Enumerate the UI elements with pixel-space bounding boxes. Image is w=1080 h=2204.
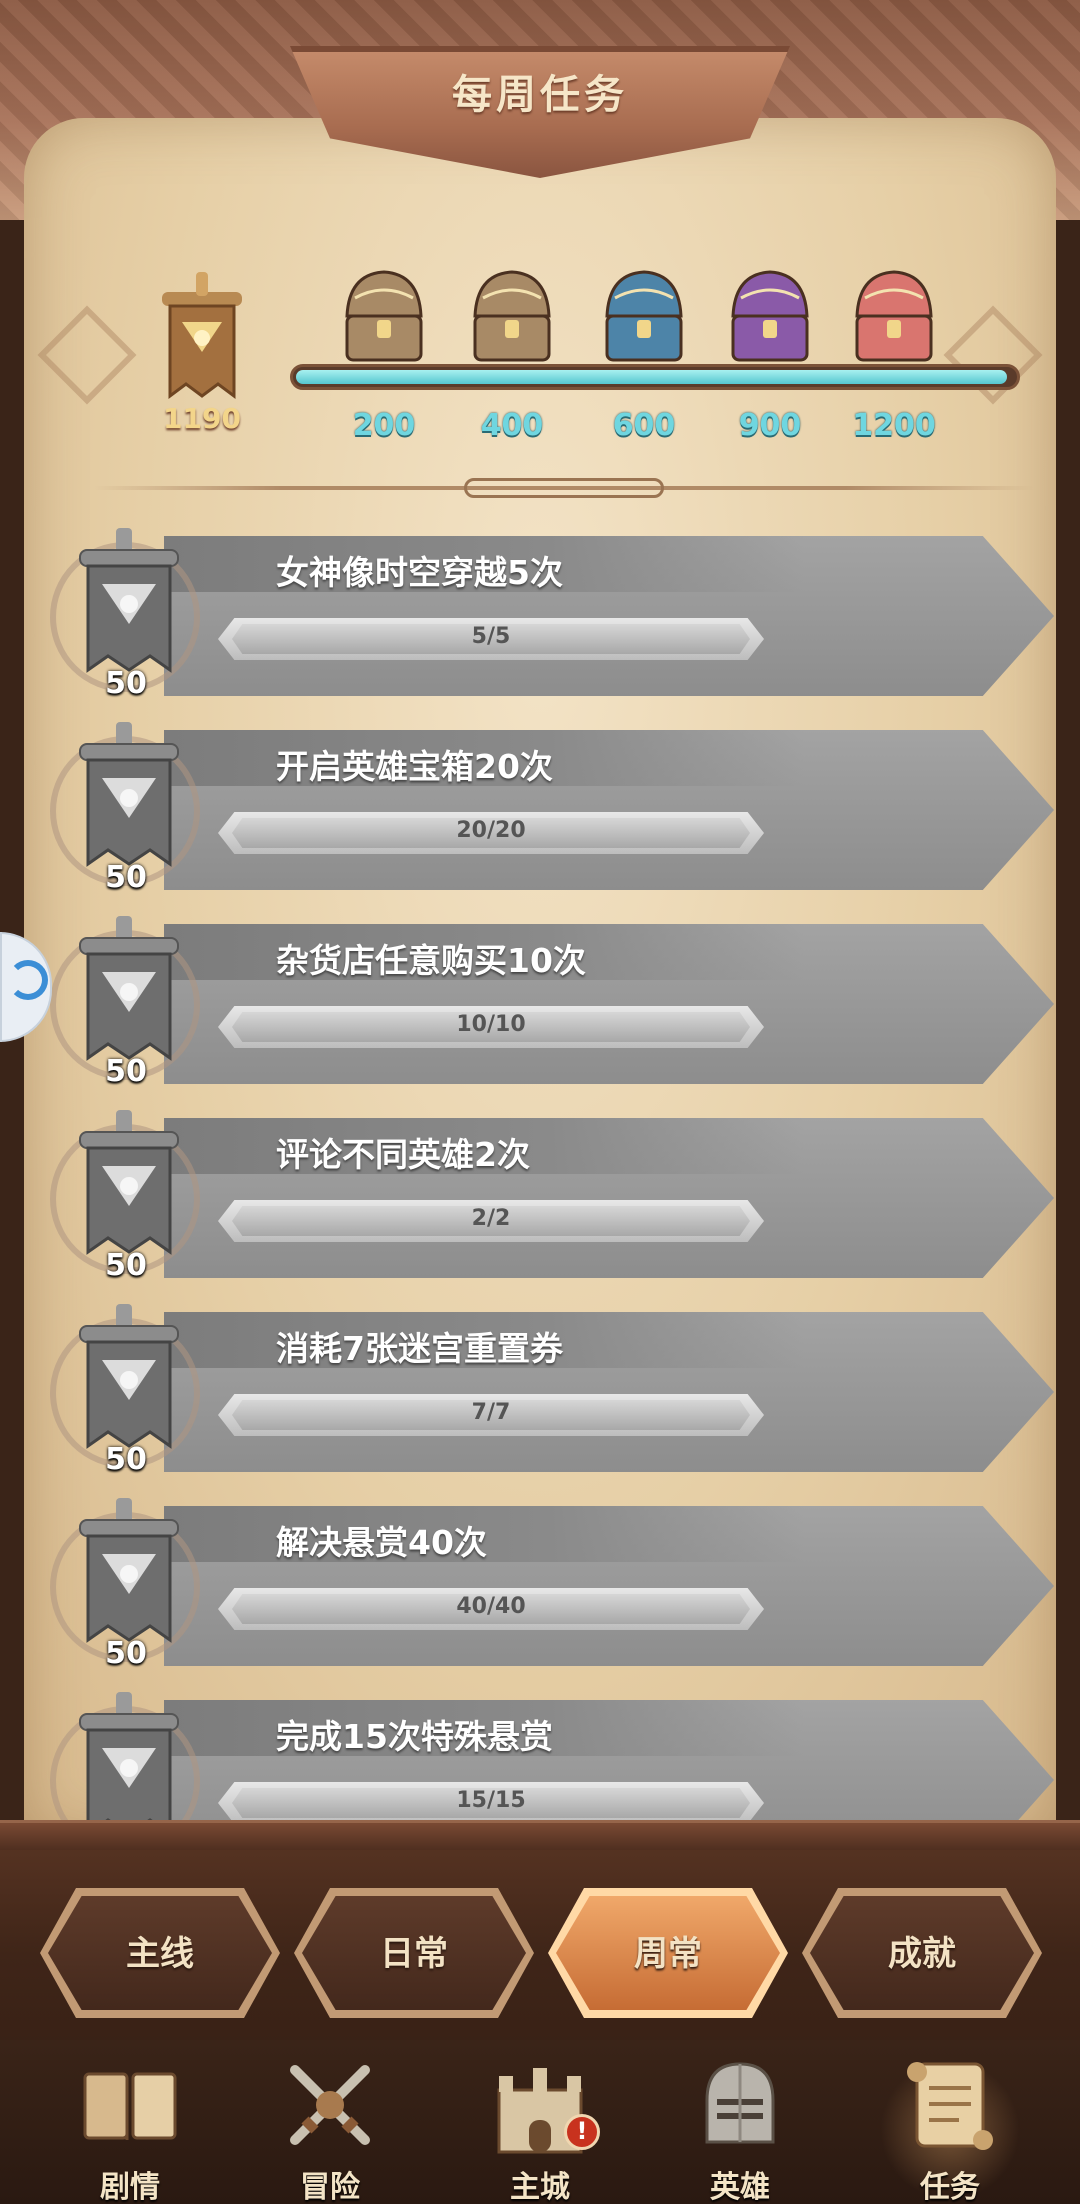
task-row[interactable]: 50 杂货店任意购买10次 10/10 [24,908,1056,1089]
reward-banner-icon [79,1304,179,1449]
reward-points: 50 [105,1442,147,1477]
pink-chest-icon[interactable] [851,268,937,368]
reward-banner-icon [79,1498,179,1643]
reward-points: 50 [105,1054,147,1089]
tab-4[interactable]: 成就 [802,1888,1042,2018]
blue-chest-icon[interactable] [601,268,687,368]
alert-badge-icon: ! [564,2114,600,2150]
task-progress-text: 15/15 [456,1788,526,1813]
divider-ornament [464,478,664,498]
nav-label: 冒险 [300,2170,360,2204]
task-progress-text: 20/20 [456,818,526,843]
task-title: 女神像时空穿越5次 [276,553,563,592]
nav-label: 英雄 [710,2170,770,2204]
reward-points: 50 [105,1636,147,1671]
nav-item-2[interactable]: 冒险 [250,2050,410,2204]
task-row[interactable]: 完成15次特殊悬赏 15/15 [24,1684,1056,1820]
task-title: 完成15次特殊悬赏 [276,1717,553,1756]
task-row[interactable]: 50 女神像时空穿越5次 5/5 [24,520,1056,701]
task-title: 消耗7张迷宫重置券 [276,1329,563,1368]
tab-2[interactable]: 日常 [294,1888,534,2018]
nav-item-4[interactable]: 英雄 [660,2050,820,2204]
reward-points: 50 [105,666,147,701]
milestone-label: 400 [480,408,544,443]
task-title: 评论不同英雄2次 [276,1135,530,1174]
nav-label: 剧情 [100,2170,160,2204]
task-title: 杂货店任意购买10次 [276,941,586,980]
reward-points: 50 [105,1248,147,1283]
task-row[interactable]: 50 评论不同英雄2次 2/2 [24,1102,1056,1283]
reward-banner-icon [79,1692,179,1820]
bronze-chest-icon[interactable] [469,268,555,368]
nav-item-3[interactable]: ! 主城 [460,2050,620,2204]
task-row[interactable]: 50 解决悬赏40次 40/40 [24,1490,1056,1671]
task-row[interactable]: 50 开启英雄宝箱20次 20/20 [24,714,1056,895]
nav-label: 主城 [510,2170,570,2204]
bottom-panel-rim [0,1820,1080,1850]
crossed-swords-icon [290,2065,370,2145]
task-progress-text: 7/7 [471,1400,511,1425]
tab-label: 主线 [126,1934,194,1974]
nav-item-1[interactable]: 剧情 [50,2050,210,2204]
nav-item-5[interactable]: 任务 [870,2050,1030,2204]
reward-banner-icon [79,722,179,867]
task-progress-text: 5/5 [471,624,511,649]
task-list[interactable]: 50 女神像时空穿越5次 5/5 50 开启英雄宝箱20次 20/20 50 杂货店任意购买1… [24,520,1056,1820]
helmet-icon [705,2062,775,2144]
task-progress-text: 40/40 [456,1594,526,1619]
reward-banner-icon [79,1110,179,1255]
weekly-progress: 1190 200 400 600 900 1200 [24,250,1056,498]
reward-banner-icon [79,528,179,673]
assistant-logo-icon [8,960,48,1000]
tab-1[interactable]: 主线 [40,1888,280,2018]
tab-label: 日常 [380,1934,448,1974]
book-icon [83,2072,177,2140]
tab-label: 周常 [634,1934,702,1974]
milestone-label: 200 [352,408,416,443]
weekly-score: 1190 [163,402,241,435]
task-title: 解决悬赏40次 [276,1523,487,1562]
task-row[interactable]: 50 消耗7张迷宫重置券 7/7 [24,1296,1056,1477]
task-progress-text: 10/10 [456,1012,526,1037]
task-progress-text: 2/2 [471,1206,511,1231]
bronze-chest-icon[interactable] [341,268,427,368]
score-banner-icon [162,272,242,399]
milestone-label: 900 [738,408,802,443]
tab-3[interactable]: 周常 [548,1888,788,2018]
page-title: 每周任务 [452,72,628,118]
task-title: 开启英雄宝箱20次 [276,747,553,786]
purple-chest-icon[interactable] [727,268,813,368]
tab-label: 成就 [888,1934,956,1974]
milestone-label: 600 [612,408,676,443]
progress-fill [296,370,1007,384]
quest-scroll-icon [907,2062,993,2150]
reward-banner-icon [79,916,179,1061]
left-diamond-ornament [37,305,137,405]
nav-label: 任务 [920,2170,980,2204]
reward-points: 50 [105,860,147,895]
milestone-label: 1200 [852,408,936,443]
